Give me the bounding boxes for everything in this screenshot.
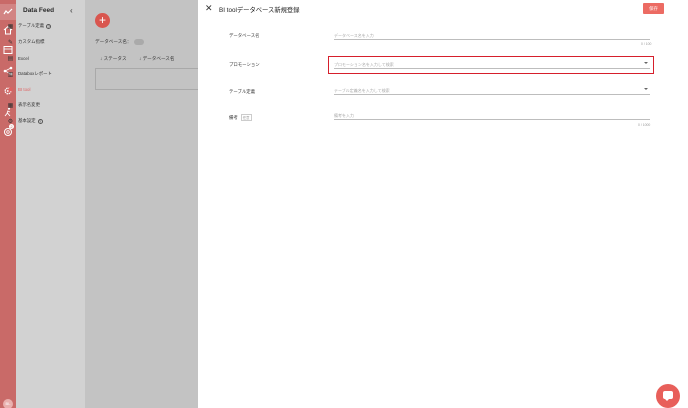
sidebar-item-label: 表示名変更	[18, 102, 40, 107]
table-definition-search-select[interactable]: テーブル定義名を入力して検索	[334, 87, 650, 95]
gear-icon: ⚙	[7, 118, 14, 125]
table-definition-placeholder: テーブル定義名を入力して検索	[334, 88, 390, 93]
optional-tag: 任意	[240, 114, 252, 121]
help-icon[interactable]: ?	[46, 23, 52, 29]
column-header-status[interactable]: ↓ ステータス	[100, 56, 127, 62]
promotion-label: プロモーション	[229, 62, 260, 67]
sidebar-item-label: カスタム指標	[18, 39, 45, 44]
column-header-database-name[interactable]: ↓ データベース名	[139, 56, 175, 62]
note-label-text: 備考	[229, 114, 238, 120]
table-definition-label: テーブル定義	[229, 89, 256, 94]
bar-chart-icon: ▥	[7, 71, 14, 78]
note-input[interactable]: 備考を入力	[334, 112, 650, 120]
collapse-sidebar-icon[interactable]: ‹	[70, 6, 73, 15]
sidebar-title: Data Feed	[23, 7, 55, 14]
sidebar-item-basic-settings[interactable]: ⚙ 基本設定 ?	[7, 116, 43, 126]
excel-icon: ▤	[7, 55, 14, 62]
add-button[interactable]: +	[95, 13, 110, 28]
sidebar-item-label: BI tool	[18, 86, 31, 92]
database-filter-chip[interactable]	[133, 39, 144, 45]
sidebar-item-label: Databoxレポート	[18, 71, 52, 76]
database-name-input[interactable]: データベース名を入力	[334, 32, 650, 40]
sidebar-item-label: Excel	[18, 55, 29, 61]
close-icon[interactable]: ✕	[205, 3, 213, 14]
table-body	[95, 68, 198, 90]
sidebar-item-label: 基本設定	[18, 118, 36, 123]
panel-title: BI toolデータベース新規登録	[219, 7, 300, 14]
database-filter[interactable]: データベース名：	[95, 39, 144, 45]
save-button[interactable]: 保存	[643, 3, 664, 14]
sidebar-item-display-name[interactable]: ▦ 表示名変更	[7, 100, 40, 110]
sidebar-item-table-definition[interactable]: ▦ テーブル定義 ?	[7, 21, 52, 31]
bi-tool-icon: ▣	[7, 86, 14, 93]
sidebar-item-label: テーブル定義	[18, 23, 45, 28]
sidebar-item-databox-report[interactable]: ▥ Databoxレポート	[7, 69, 52, 79]
note-counter: 0 / 1000	[638, 123, 651, 127]
help-icon[interactable]: ?	[37, 118, 43, 124]
database-filter-label: データベース名：	[95, 39, 132, 44]
sidebar-item-bi-tool[interactable]: ▣ BI tool	[7, 84, 31, 94]
logo-icon[interactable]	[3, 7, 13, 17]
chat-button[interactable]	[656, 384, 680, 408]
sidebar-item-custom-metrics[interactable]: ✎ カスタム指標	[7, 37, 44, 47]
chevron-down-icon[interactable]	[644, 88, 648, 90]
highlight-box	[328, 56, 654, 74]
list-icon: ▦	[7, 102, 14, 109]
sidebar-item-excel[interactable]: ▤ Excel	[7, 53, 29, 63]
chat-icon	[663, 391, 673, 401]
wrench-icon: ✎	[7, 39, 14, 46]
user-avatar[interactable]: BL	[3, 399, 13, 408]
table-icon: ▦	[7, 23, 14, 30]
database-name-counter: 0 / 100	[641, 42, 652, 46]
database-name-label: データベース名	[229, 33, 260, 38]
note-label: 備考 任意	[229, 114, 252, 121]
